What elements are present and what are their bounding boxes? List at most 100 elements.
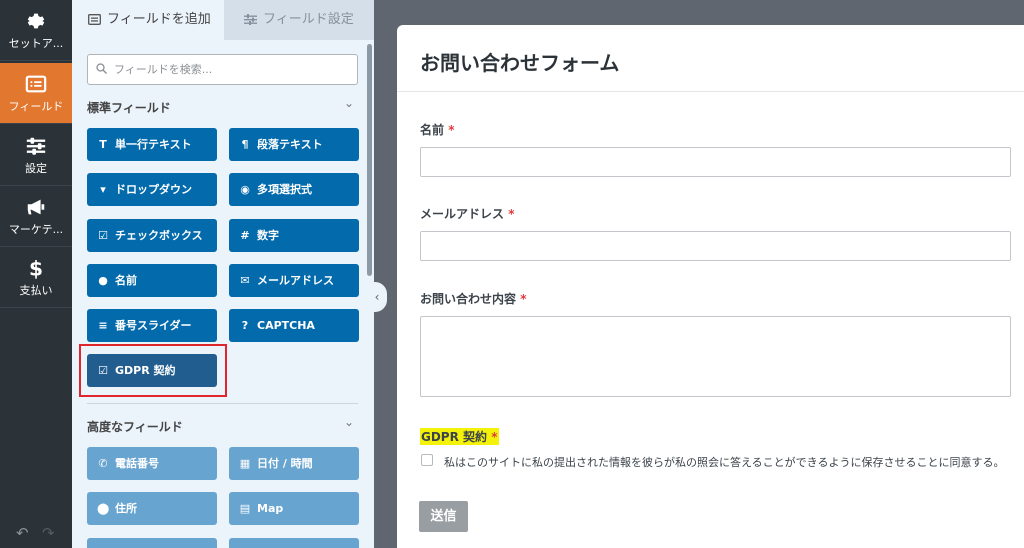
rail-payments[interactable]: $ 支払い bbox=[0, 247, 72, 308]
field-button-label: 多項選択式 bbox=[257, 183, 312, 196]
dropdown-icon: ▾ bbox=[100, 183, 106, 196]
fields-list-icon bbox=[88, 14, 101, 25]
gdpr-consent-text: 私はこのサイトに私の提出された情報を彼らが私の照会に答えることができるように保存… bbox=[444, 456, 1005, 469]
dollar-icon: $ bbox=[29, 257, 43, 279]
calendar-icon: ▦ bbox=[239, 457, 251, 470]
rail-label-settings: 設定 bbox=[25, 162, 47, 175]
field-button-multiple-choice[interactable]: ◉ 多項選択式 bbox=[229, 173, 359, 206]
megaphone-icon bbox=[27, 199, 45, 215]
rail-label-payments: 支払い bbox=[19, 284, 53, 297]
required-marker: * bbox=[520, 292, 527, 306]
gdpr-label-text: GDPR 契約 bbox=[421, 430, 488, 444]
field-button-dropdown[interactable]: ▾ ドロップダウン bbox=[87, 173, 217, 206]
form-preview: お問い合わせフォーム 名前 * メールアドレス * お問い合わせ内容 * GDP… bbox=[397, 25, 1024, 548]
checkbox-icon: ☑ bbox=[98, 229, 108, 242]
field-label-text: お問い合わせ内容 bbox=[420, 292, 517, 306]
rail-label-fields: フィールド bbox=[8, 100, 64, 113]
redo-icon[interactable]: ↷ bbox=[42, 524, 55, 542]
chevron-down-icon[interactable]: ⌄ bbox=[344, 96, 354, 110]
field-button-address[interactable]: ⬤ 住所 bbox=[87, 492, 217, 525]
tab-field-options[interactable]: フィールド設定 bbox=[224, 0, 374, 40]
tab-add-fields[interactable]: フィールドを追加 bbox=[72, 0, 224, 40]
field-button-date-time[interactable]: ▦ 日付 / 時間 bbox=[229, 447, 359, 480]
field-button-label: ドロップダウン bbox=[115, 183, 192, 196]
field-button-label: CAPTCHA bbox=[257, 319, 315, 332]
collapse-panel-button[interactable]: ‹ bbox=[367, 282, 387, 312]
field-button-phone[interactable]: ✆ 電話番号 bbox=[87, 447, 217, 480]
user-icon: ● bbox=[98, 274, 108, 287]
hash-icon: # bbox=[240, 229, 250, 242]
map-pin-icon: ⬤ bbox=[97, 502, 110, 515]
panel-scrollbar-thumb[interactable] bbox=[367, 44, 372, 276]
email-input[interactable] bbox=[420, 231, 1011, 261]
sliders-icon bbox=[26, 137, 46, 155]
sliders-icon: ≡ bbox=[98, 319, 108, 332]
field-button-label: 名前 bbox=[115, 274, 137, 287]
submit-button[interactable]: 送信 bbox=[419, 501, 468, 532]
field-button-label: 日付 / 時間 bbox=[257, 457, 313, 470]
field-search-input[interactable]: フィールドを検索... bbox=[87, 54, 358, 85]
form-title: お問い合わせフォーム bbox=[420, 51, 620, 75]
field-button-more[interactable] bbox=[229, 538, 359, 548]
field-button-label: 単一行テキスト bbox=[115, 138, 192, 151]
title-divider bbox=[397, 91, 1024, 92]
field-label-email: メールアドレス * bbox=[420, 205, 514, 222]
message-textarea[interactable] bbox=[420, 316, 1011, 397]
field-label-text: メールアドレス bbox=[420, 207, 505, 221]
map-icon: ▤ bbox=[239, 502, 251, 515]
field-button-checkboxes[interactable]: ☑ チェックボックス bbox=[87, 219, 217, 252]
paragraph-icon: ¶ bbox=[241, 138, 249, 151]
field-button-number[interactable]: # 数字 bbox=[229, 219, 359, 252]
rail-fields[interactable]: フィールド bbox=[0, 63, 72, 124]
field-button-name[interactable]: ● 名前 bbox=[87, 264, 217, 297]
field-button-label: 電話番号 bbox=[115, 457, 159, 470]
svg-text:$: $ bbox=[29, 257, 43, 279]
advanced-fields-title: 高度なフィールド bbox=[87, 420, 183, 434]
field-button-label: チェックボックス bbox=[115, 229, 203, 242]
phone-icon: ✆ bbox=[98, 457, 108, 470]
field-label-text: 名前 bbox=[420, 123, 445, 137]
panel-tabs: フィールドを追加 フィールド設定 bbox=[72, 0, 374, 40]
search-placeholder: フィールドを検索... bbox=[114, 63, 213, 76]
search-icon bbox=[96, 63, 107, 74]
field-button-single-line-text[interactable]: T 単一行テキスト bbox=[87, 128, 217, 161]
sliders-icon bbox=[244, 14, 257, 25]
field-label-message: お問い合わせ内容 * bbox=[420, 290, 526, 307]
question-icon: ? bbox=[241, 319, 249, 332]
field-button-more[interactable] bbox=[87, 538, 217, 548]
rail-marketing[interactable]: マーケテ... bbox=[0, 186, 72, 247]
left-rail: セットア... フィールド 設定 マーケテ... $ 支払い ↶ ↷ bbox=[0, 0, 72, 548]
rail-settings[interactable]: 設定 bbox=[0, 125, 72, 186]
tab-add-fields-label: フィールドを追加 bbox=[107, 12, 211, 27]
field-button-paragraph-text[interactable]: ¶ 段落テキスト bbox=[229, 128, 359, 161]
required-marker: * bbox=[448, 123, 455, 137]
rail-label-setup: セットア... bbox=[8, 37, 64, 50]
field-button-label: 段落テキスト bbox=[257, 138, 323, 151]
field-button-label: メールアドレス bbox=[257, 274, 334, 287]
field-button-map[interactable]: ▤ Map bbox=[229, 492, 359, 525]
field-label-name: 名前 * bbox=[420, 121, 454, 138]
text-icon: T bbox=[99, 138, 107, 151]
required-marker: * bbox=[508, 207, 515, 221]
fields-panel: フィールドを追加 フィールド設定 フィールドを検索... 標準フィールド ⌄ T… bbox=[72, 0, 374, 548]
gdpr-checkbox[interactable] bbox=[421, 454, 433, 466]
field-button-email[interactable]: ✉ メールアドレス bbox=[229, 264, 359, 297]
field-button-label: 数字 bbox=[257, 229, 279, 242]
tab-field-options-label: フィールド設定 bbox=[263, 12, 354, 27]
fields-icon bbox=[25, 75, 47, 93]
field-button-label: 住所 bbox=[115, 502, 137, 515]
field-button-captcha[interactable]: ? CAPTCHA bbox=[229, 309, 359, 342]
rail-label-marketing: マーケテ... bbox=[8, 223, 64, 236]
chevron-down-icon[interactable]: ⌄ bbox=[344, 415, 354, 429]
selection-highlight-box bbox=[79, 344, 227, 397]
undo-icon[interactable]: ↶ bbox=[16, 524, 29, 542]
name-input[interactable] bbox=[420, 147, 1011, 177]
radio-icon: ◉ bbox=[240, 183, 250, 196]
rail-setup[interactable]: セットア... bbox=[0, 0, 72, 61]
envelope-icon: ✉ bbox=[240, 274, 250, 287]
field-button-label: Map bbox=[257, 502, 284, 515]
required-marker: * bbox=[491, 430, 498, 444]
gear-icon bbox=[27, 13, 45, 29]
field-button-number-slider[interactable]: ≡ 番号スライダー bbox=[87, 309, 217, 342]
field-button-label: 番号スライダー bbox=[115, 319, 192, 332]
